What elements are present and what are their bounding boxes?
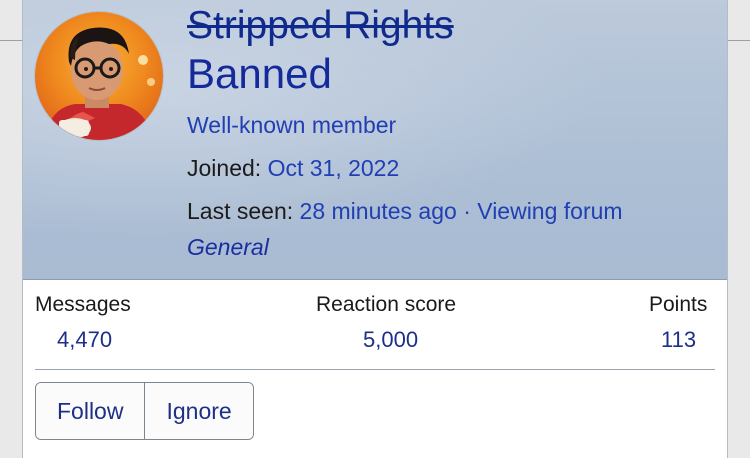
stat-points-label: Points bbox=[649, 293, 708, 316]
action-buttons: Follow Ignore bbox=[35, 382, 254, 440]
banned-banner: Banned bbox=[187, 50, 332, 97]
stat-messages-label: Messages bbox=[35, 293, 131, 316]
follow-button[interactable]: Follow bbox=[36, 383, 145, 439]
joined-date: Oct 31, 2022 bbox=[267, 155, 400, 181]
last-seen-label: Last seen: bbox=[187, 198, 294, 224]
joined-label: Joined: bbox=[187, 155, 262, 181]
last-seen-time: 28 minutes ago bbox=[299, 198, 457, 224]
stat-points-value[interactable]: 113 bbox=[661, 326, 696, 354]
stat-messages-value[interactable]: 4,470 bbox=[57, 326, 112, 354]
joined-row: Joined: Oct 31, 2022 bbox=[187, 153, 399, 183]
activity-text: Viewing forum bbox=[477, 198, 623, 224]
username[interactable]: Stripped Rights bbox=[187, 2, 454, 50]
activity-separator: · bbox=[463, 198, 471, 224]
stats-divider bbox=[35, 369, 715, 370]
avatar-portrait-icon bbox=[45, 27, 155, 140]
forum-link[interactable]: General bbox=[187, 232, 269, 262]
member-tooltip-card: Stripped Rights Banned Well-known member… bbox=[22, 0, 728, 458]
stat-reaction-label: Reaction score bbox=[316, 293, 457, 316]
background-rule-right bbox=[728, 40, 750, 41]
ignore-button[interactable]: Ignore bbox=[144, 383, 253, 439]
user-rank: Well-known member bbox=[187, 112, 397, 138]
last-seen-row: Last seen: 28 minutes ago · Viewing foru… bbox=[187, 196, 623, 226]
avatar[interactable] bbox=[35, 12, 163, 140]
background-rule-left bbox=[0, 40, 22, 41]
stat-reaction-value[interactable]: 5,000 bbox=[363, 326, 418, 354]
